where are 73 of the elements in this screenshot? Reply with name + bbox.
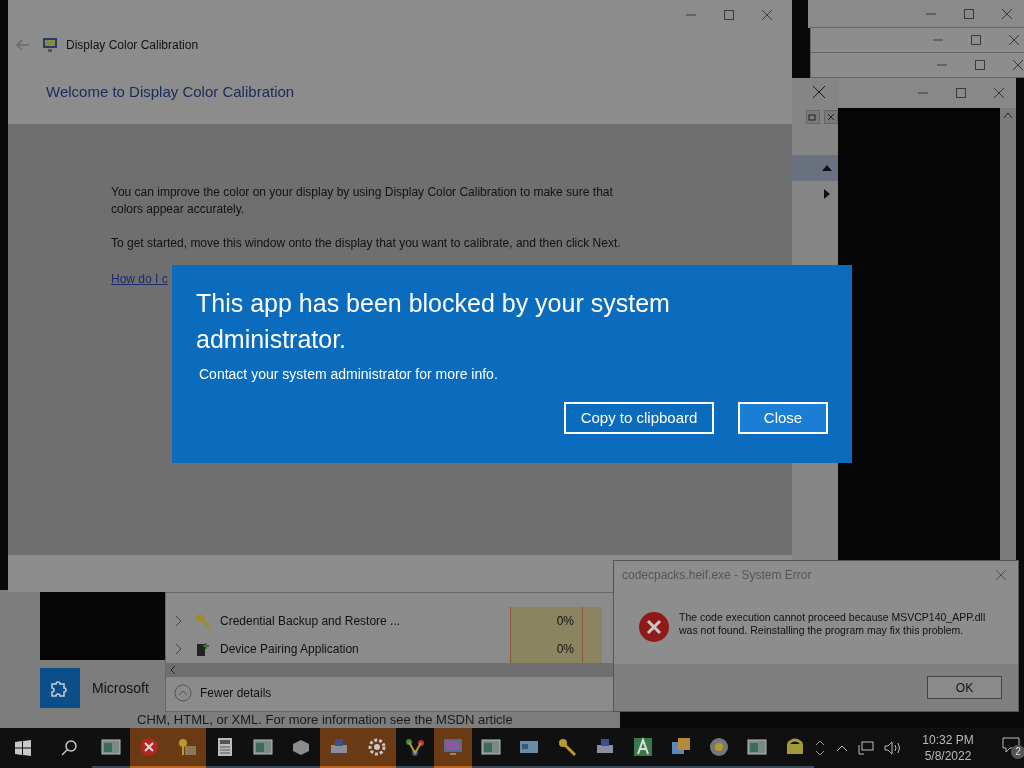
- chevron-up-icon[interactable]: [836, 744, 848, 752]
- message-icon: [1002, 737, 1020, 753]
- expand-chevron-icon[interactable]: [176, 644, 182, 654]
- monitor-icon: [42, 37, 58, 53]
- scroll-down-icon: [816, 751, 824, 756]
- key-icon: [556, 736, 578, 758]
- window-icon: [746, 736, 768, 758]
- cpu-cell: 0%: [510, 635, 582, 663]
- notification-count: 2: [1011, 745, 1024, 759]
- body-text: You can improve the color on your display by using Display Color Calibration to make sure that colors appear accurately.: [111, 184, 614, 218]
- dialog-message: Contact your system administrator for more info.: [199, 365, 499, 384]
- device-icon: [194, 640, 212, 658]
- scroll-left-icon: [170, 666, 176, 674]
- window-icon: [480, 736, 502, 758]
- close-icon[interactable]: [996, 570, 1006, 580]
- chevron-up-icon: [174, 684, 192, 702]
- gear-icon: [366, 736, 388, 758]
- close-icon[interactable]: [813, 86, 825, 98]
- disc-icon: [708, 736, 730, 758]
- copy-button[interactable]: Copy to clipboard: [564, 402, 714, 434]
- collapse-arrow-icon: [822, 165, 832, 171]
- table-cell: [582, 607, 602, 635]
- key-icon: [194, 612, 212, 630]
- clock-time: 10:32 PM: [922, 732, 974, 748]
- maximize-icon[interactable]: [964, 9, 974, 19]
- window-title: Display Color Calibration: [66, 37, 199, 54]
- error-icon: [638, 611, 670, 643]
- close-icon[interactable]: [1009, 35, 1019, 45]
- volume-icon[interactable]: [884, 741, 902, 755]
- maximize-icon[interactable]: [971, 35, 981, 45]
- start-icon[interactable]: [15, 740, 31, 756]
- scroll-up-icon: [816, 740, 824, 745]
- page-heading: Welcome to Display Color Calibration: [46, 81, 295, 102]
- close-icon[interactable]: [824, 110, 838, 124]
- dialog-title: This app has been blocked by your system administrator.: [196, 288, 671, 355]
- app-tile[interactable]: [40, 668, 80, 708]
- maximize-icon[interactable]: [724, 10, 734, 20]
- document-text: CHM, HTML, or XML. For more information see the MSDN article: [137, 713, 513, 727]
- error-icon: [138, 736, 160, 758]
- table-cell: [582, 635, 602, 663]
- close-icon[interactable]: [1002, 9, 1012, 19]
- dialog-title: codecpacks.heif.exe - System Error: [622, 567, 812, 584]
- expand-arrow-icon[interactable]: [824, 189, 830, 199]
- expand-chevron-icon[interactable]: [176, 616, 182, 626]
- network-icon[interactable]: [858, 741, 874, 755]
- process-name: Credential Backup and Restore ...: [220, 613, 402, 630]
- error-message: The code execution cannot proceed because MSVCP140_APP.dll was not found. Reinstalling the program may fix this problem.: [679, 611, 987, 637]
- monitor-icon: [442, 736, 464, 758]
- search-icon[interactable]: [61, 740, 77, 756]
- ok-button[interactable]: OK: [927, 676, 1002, 699]
- close-icon[interactable]: [994, 88, 1004, 98]
- close-icon[interactable]: [762, 10, 772, 20]
- cpu-cell: 0%: [510, 607, 582, 635]
- keys-icon: [176, 736, 198, 758]
- app-name: Microsoft: [92, 678, 150, 698]
- body-text: To get started, move this window onto the display that you want to calibrate, and then click Next.: [111, 235, 622, 252]
- maximize-icon[interactable]: [956, 88, 966, 98]
- selected-row[interactable]: [790, 155, 840, 181]
- font-icon: [632, 736, 654, 758]
- window-icon: [252, 736, 274, 758]
- network-icon: [404, 736, 426, 758]
- close-icon[interactable]: [1013, 60, 1023, 70]
- process-name: Device Pairing Application: [220, 641, 360, 658]
- clock[interactable]: 10:32 PM 5/8/2022: [914, 732, 982, 764]
- scrollbar[interactable]: [1000, 108, 1016, 560]
- clock-date: 5/8/2022: [924, 748, 972, 764]
- restore-icon[interactable]: [806, 110, 820, 124]
- window-icon: [100, 736, 122, 758]
- fewer-details-link[interactable]: Fewer details: [200, 684, 272, 702]
- maximize-icon[interactable]: [975, 60, 985, 70]
- scroll-up-icon: [1004, 112, 1012, 118]
- notification-button[interactable]: 2: [1002, 737, 1024, 759]
- close-button[interactable]: Close: [738, 402, 828, 434]
